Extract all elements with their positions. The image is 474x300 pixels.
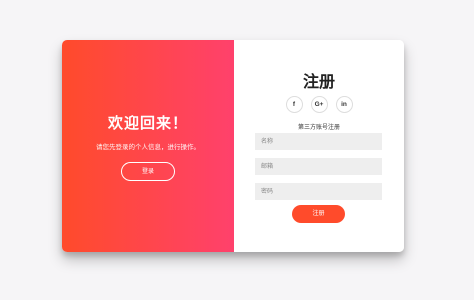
name-field[interactable]	[255, 133, 382, 150]
facebook-icon[interactable]: f	[285, 96, 303, 113]
social-buttons: f G+ in	[234, 96, 404, 113]
login-button[interactable]: 登录	[121, 162, 175, 181]
auth-card: 欢迎回来！ 请您先登录的个人信息，进行操作。 登录 注册 f G+ in 第三方…	[62, 40, 404, 252]
signup-title: 注册	[302, 72, 335, 91]
welcome-panel: 欢迎回来！ 请您先登录的个人信息，进行操作。 登录	[62, 40, 234, 252]
password-field[interactable]	[255, 183, 382, 200]
signup-button[interactable]: 注册	[292, 205, 345, 223]
signup-panel: 注册 f G+ in 第三方账号注册 注册	[234, 40, 404, 252]
third-party-signup-text: 第三方账号注册	[297, 124, 340, 131]
email-field[interactable]	[255, 158, 382, 175]
linkedin-icon[interactable]: in	[335, 96, 353, 113]
welcome-subtitle: 请您先登录的个人信息，进行操作。	[96, 143, 200, 151]
google-plus-icon[interactable]: G+	[310, 96, 328, 113]
welcome-title: 欢迎回来！	[107, 114, 188, 132]
